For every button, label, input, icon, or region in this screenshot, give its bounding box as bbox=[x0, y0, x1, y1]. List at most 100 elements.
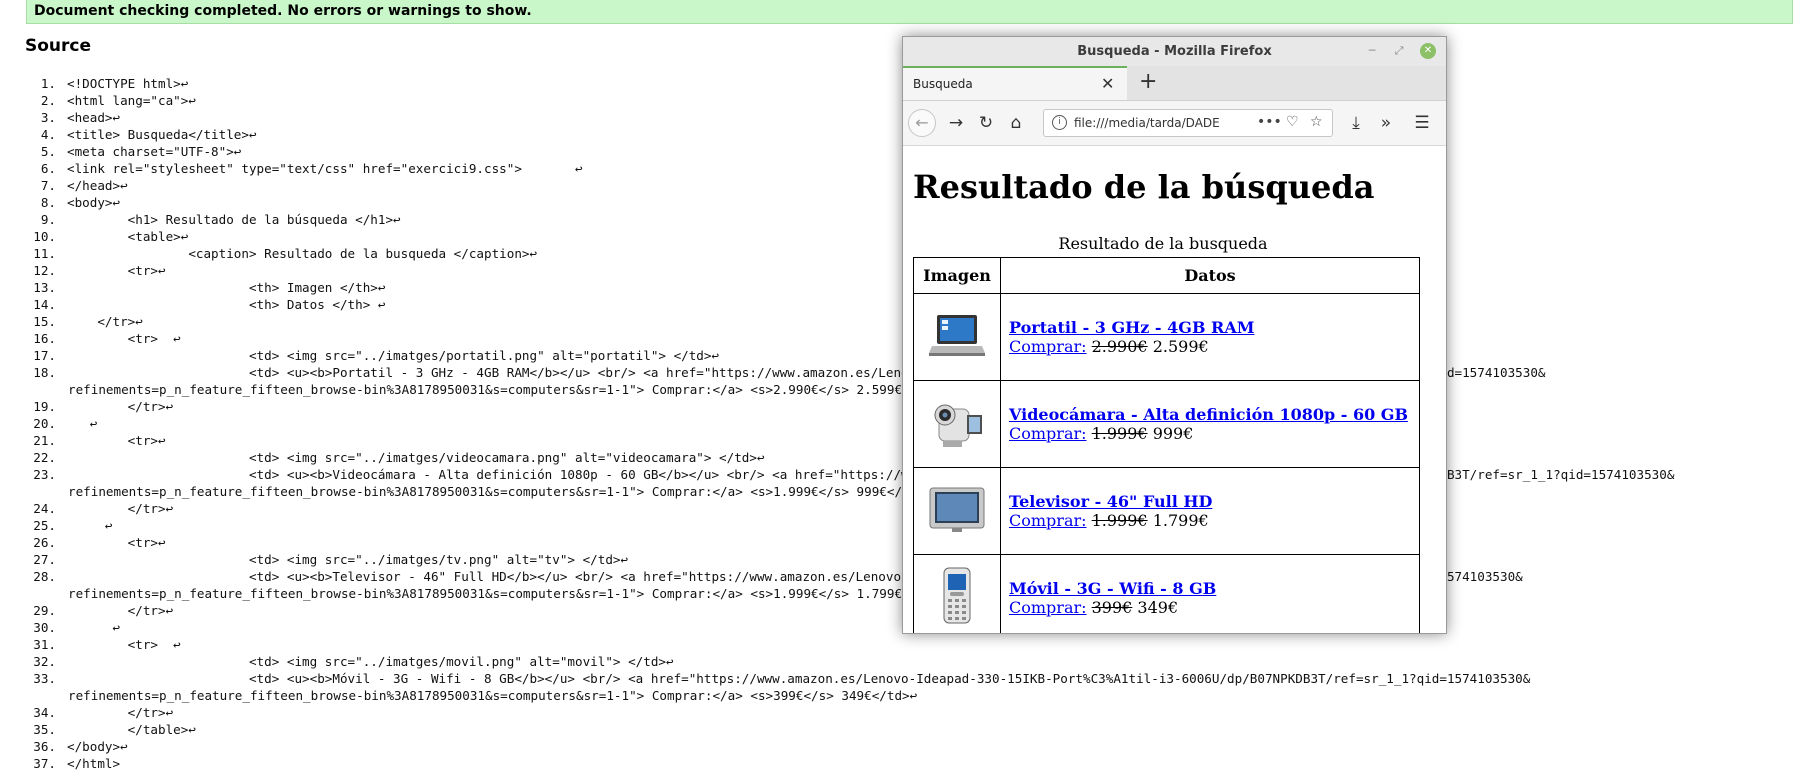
line-text: <html lang="ca">↩ bbox=[67, 93, 196, 108]
line-number: 12. bbox=[33, 263, 56, 278]
product-name: Móvil - 3G - Wifi - 8 GB bbox=[1009, 579, 1217, 598]
page-content: Resultado de la búsqueda Resultado de la… bbox=[903, 146, 1446, 633]
price-line: Comprar: 2.990€ 2.599€ bbox=[1009, 337, 1411, 356]
validation-message: Document checking completed. No errors o… bbox=[34, 3, 532, 19]
line-number: 20. bbox=[33, 416, 56, 431]
validation-banner: Document checking completed. No errors o… bbox=[26, 0, 1793, 24]
comprar-link[interactable]: Comprar: bbox=[1009, 598, 1087, 617]
product-row: Videocámara - Alta definición 1080p - 60… bbox=[913, 380, 1420, 468]
window-titlebar[interactable]: Busqueda - Mozilla Firefox ─ ⤢ ✕ bbox=[903, 37, 1446, 67]
pocket-icon[interactable]: ♡ bbox=[1286, 114, 1299, 130]
line-number: 4. bbox=[40, 127, 56, 142]
bookmark-star-icon[interactable]: ☆ bbox=[1310, 114, 1323, 130]
line-number: 8. bbox=[40, 195, 56, 210]
line-number: 14. bbox=[33, 297, 56, 312]
line-number: 35. bbox=[33, 722, 56, 737]
line-wrap-text: refinements=p_n_feature_fifteen_browse-b… bbox=[68, 688, 918, 703]
line-text: </body>↩ bbox=[67, 739, 128, 754]
minimize-icon[interactable]: ─ bbox=[1364, 43, 1380, 59]
overflow-chevron-icon[interactable]: » bbox=[1375, 112, 1397, 134]
downloads-icon[interactable]: ⤓ bbox=[1345, 112, 1367, 134]
product-data-cell: Televisor - 46" Full HD Comprar: 1.999€ 1… bbox=[1000, 467, 1420, 555]
product-image-cell bbox=[913, 293, 1001, 381]
back-arrow-icon[interactable]: ← bbox=[908, 109, 936, 137]
line-text: ↩ bbox=[67, 620, 121, 635]
current-price: 2.599€ bbox=[1152, 337, 1209, 356]
current-price: 1.799€ bbox=[1152, 511, 1209, 530]
close-window-icon[interactable]: ✕ bbox=[1420, 43, 1436, 59]
tab-busqueda[interactable]: Busqueda ✕ bbox=[903, 66, 1127, 100]
source-line: 33. <td> <u><b>Móvil - 3G - Wifi - 8 GB<… bbox=[0, 670, 1674, 704]
product-name: Portatil - 3 GHz - 4GB RAM bbox=[1009, 318, 1255, 337]
line-text: <td> <img src="../imatges/movil.png" alt… bbox=[67, 654, 674, 669]
line-text: <caption> Resultado de la busqueda </cap… bbox=[67, 246, 538, 261]
comprar-link[interactable]: Comprar: bbox=[1009, 511, 1087, 530]
page-heading: Resultado de la búsqueda bbox=[913, 168, 1375, 206]
header-imagen: Imagen bbox=[913, 257, 1001, 294]
product-name: Televisor - 46" Full HD bbox=[1009, 492, 1213, 511]
line-number: 22. bbox=[33, 450, 56, 465]
line-number: 16. bbox=[33, 331, 56, 346]
line-text: </html> bbox=[67, 756, 121, 771]
line-text: <h1> Resultado de la búsqueda </h1>↩ bbox=[67, 212, 401, 227]
product-data-cell: Videocámara - Alta definición 1080p - 60… bbox=[1000, 380, 1420, 468]
url-text[interactable]: file:///media/tarda/DADE bbox=[1074, 116, 1220, 130]
line-text: </tr>↩ bbox=[67, 501, 174, 516]
hamburger-menu-icon[interactable]: ☰ bbox=[1411, 112, 1433, 134]
line-text: <tr> ↩ bbox=[67, 637, 181, 652]
price-line: Comprar: 1.999€ 999€ bbox=[1009, 424, 1411, 443]
line-number: 27. bbox=[33, 552, 56, 567]
tab-label: Busqueda bbox=[913, 77, 973, 91]
header-datos: Datos bbox=[1000, 257, 1420, 294]
laptop-icon bbox=[928, 315, 986, 363]
line-text: <td> <img src="../imatges/portatil.png" … bbox=[67, 348, 720, 363]
table-header-row: Imagen Datos bbox=[913, 257, 1420, 294]
line-number: 23. bbox=[33, 467, 56, 482]
forward-arrow-icon[interactable]: → bbox=[945, 112, 967, 134]
firefox-window: Busqueda - Mozilla Firefox ─ ⤢ ✕ Busqued… bbox=[902, 36, 1447, 634]
line-number: 37. bbox=[33, 756, 56, 771]
line-text: </head>↩ bbox=[67, 178, 128, 193]
product-row: Portatil - 3 GHz - 4GB RAM Comprar: 2.990… bbox=[913, 293, 1420, 381]
line-text: <tr>↩ bbox=[67, 263, 166, 278]
source-line: 34. </tr>↩ bbox=[0, 704, 1674, 721]
line-text: <tr>↩ bbox=[67, 433, 166, 448]
comprar-link[interactable]: Comprar: bbox=[1009, 424, 1087, 443]
line-number: 13. bbox=[33, 280, 56, 295]
new-tab-icon[interactable]: + bbox=[1139, 69, 1157, 94]
url-bar[interactable]: i file:///media/tarda/DADE ••• ♡ ☆ bbox=[1043, 109, 1333, 137]
price-line: Comprar: 1.999€ 1.799€ bbox=[1009, 511, 1411, 530]
line-text: <!DOCTYPE html>↩ bbox=[67, 76, 189, 91]
line-number: 33. bbox=[33, 671, 56, 686]
tab-strip: Busqueda ✕ + bbox=[903, 66, 1446, 101]
source-line: 36. </body>↩ bbox=[0, 738, 1674, 755]
line-text: <head>↩ bbox=[67, 110, 121, 125]
page-actions-icon[interactable]: ••• bbox=[1257, 114, 1282, 130]
source-line: 37. </html> bbox=[0, 755, 1674, 772]
reload-icon[interactable]: ↻ bbox=[975, 112, 997, 134]
line-text: <th> Imagen </th>↩ bbox=[67, 280, 386, 295]
comprar-link[interactable]: Comprar: bbox=[1009, 337, 1087, 356]
home-icon[interactable]: ⌂ bbox=[1005, 112, 1027, 134]
site-info-icon[interactable]: i bbox=[1052, 115, 1067, 130]
line-number: 30. bbox=[33, 620, 56, 635]
navigation-toolbar: ← → ↻ ⌂ i file:///media/tarda/DADE ••• ♡… bbox=[903, 101, 1446, 146]
close-tab-icon[interactable]: ✕ bbox=[1101, 74, 1114, 93]
maximize-icon[interactable]: ⤢ bbox=[1391, 43, 1407, 59]
line-number: 10. bbox=[33, 229, 56, 244]
line-text: <td> <u><b>Móvil - 3G - Wifi - 8 GB</b><… bbox=[67, 671, 1531, 686]
product-row: Móvil - 3G - Wifi - 8 GB Comprar: 399€ 34… bbox=[913, 554, 1420, 633]
line-number: 34. bbox=[33, 705, 56, 720]
line-text: <tr>↩ bbox=[67, 535, 166, 550]
line-text: <body>↩ bbox=[67, 195, 121, 210]
line-number: 25. bbox=[33, 518, 56, 533]
line-number: 19. bbox=[33, 399, 56, 414]
line-text: </tr>↩ bbox=[67, 399, 174, 414]
line-number: 9. bbox=[40, 212, 56, 227]
line-text: <meta charset="UTF-8">↩ bbox=[67, 144, 242, 159]
line-text: <tr> ↩ bbox=[67, 331, 181, 346]
product-image-cell bbox=[913, 554, 1001, 633]
line-text: <title> Busqueda</title>↩ bbox=[67, 127, 257, 142]
line-text: <th> Datos </th> ↩ bbox=[67, 297, 386, 312]
tv-icon bbox=[928, 487, 986, 538]
